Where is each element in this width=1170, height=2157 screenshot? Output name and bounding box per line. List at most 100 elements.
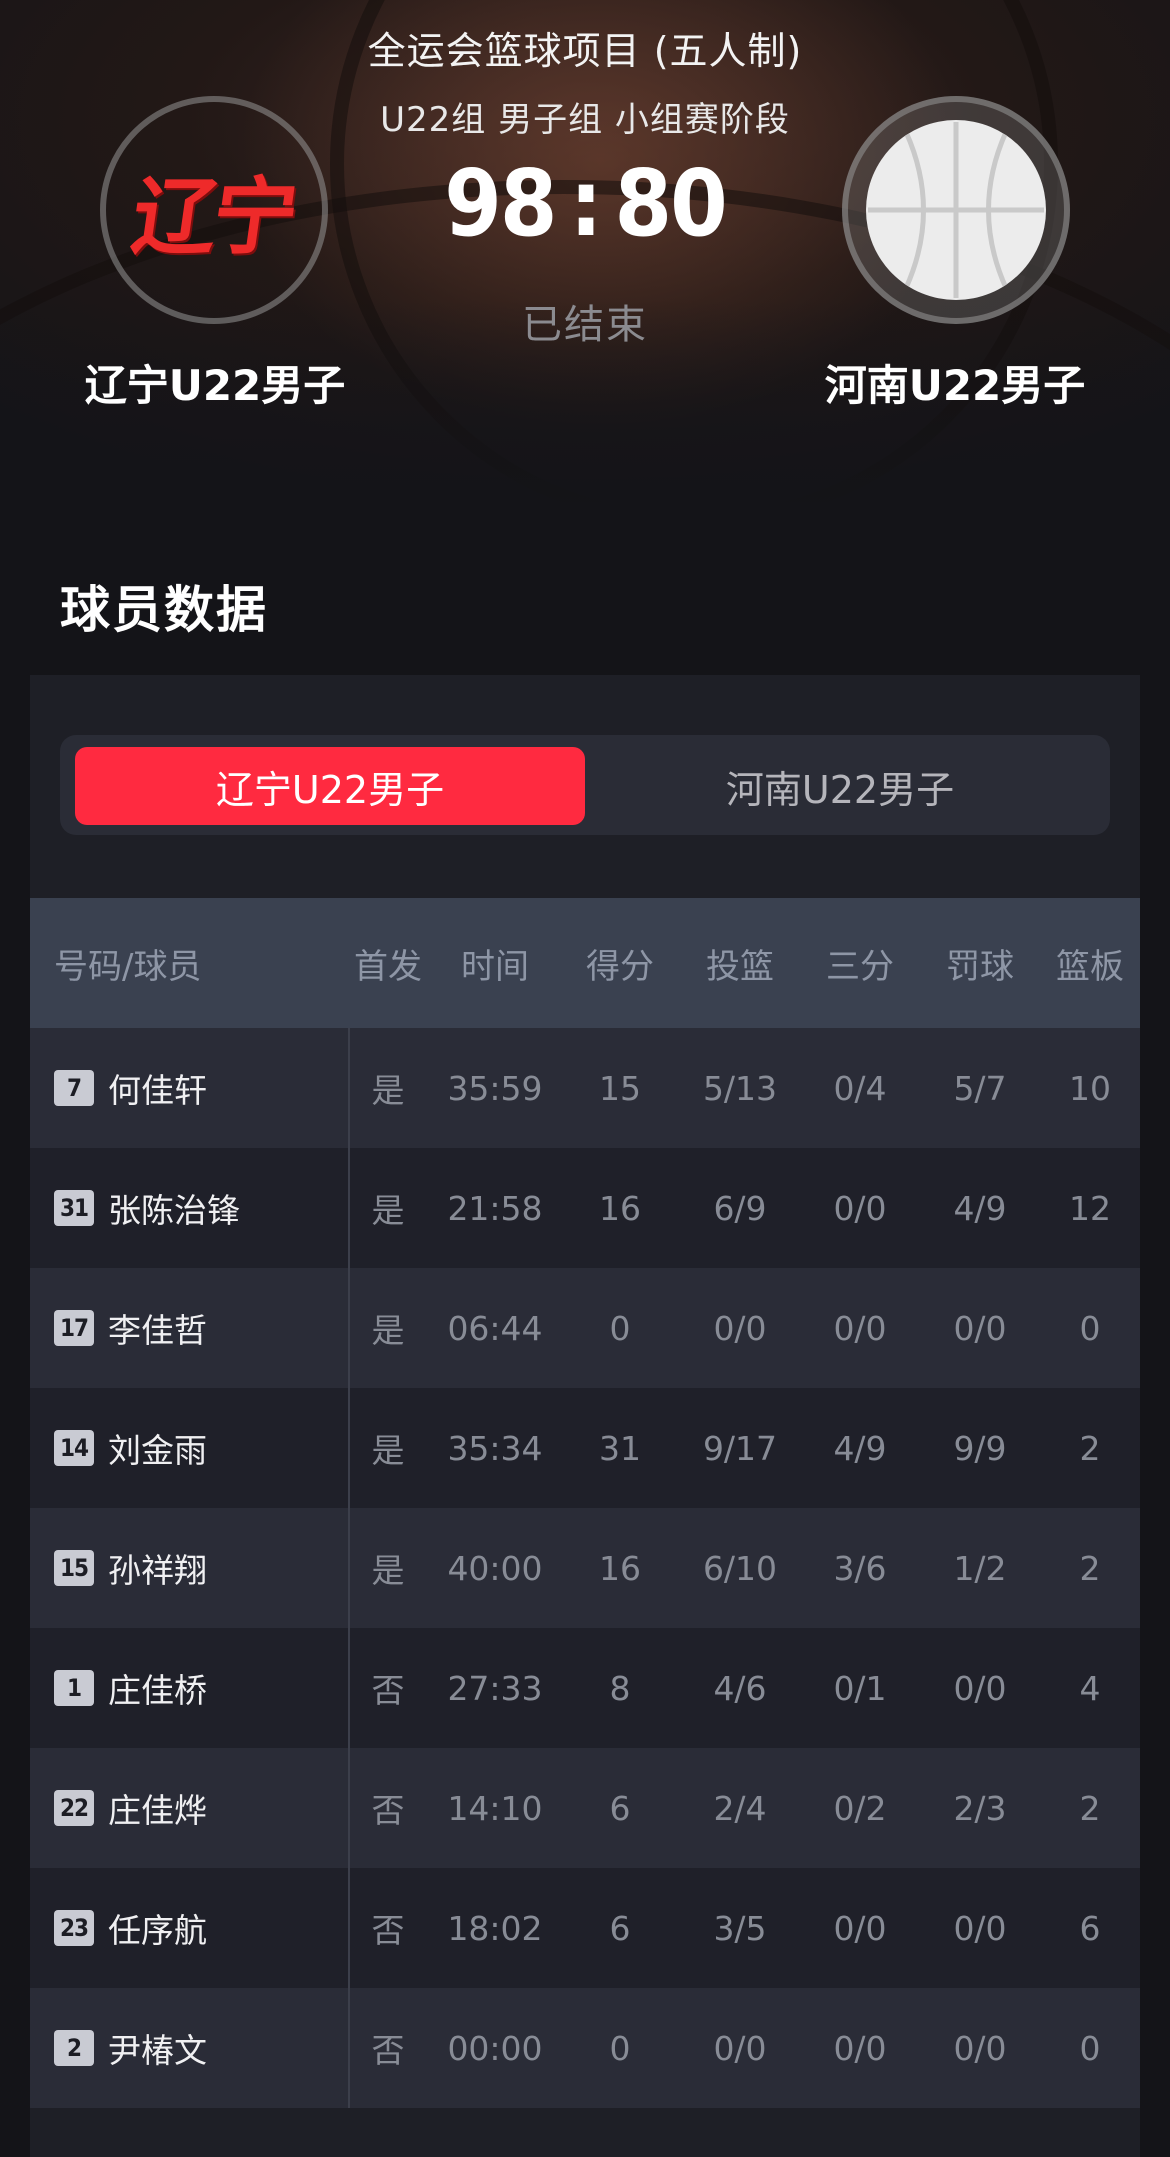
player-name[interactable]: 张陈治锋 [108,1148,240,1268]
jersey-number-badge: 23 [54,1910,94,1946]
away-team-name[interactable]: 河南U22男子 [785,352,1125,413]
home-team-logo[interactable]: 辽宁 [100,96,328,324]
player-name[interactable]: 孙祥翔 [108,1508,207,1628]
cell-three-pointers: 0/0 [833,1308,887,1348]
player-stats-table: 7 何佳轩是 35:59 15 5/13 0/4 5/7 10 31 张陈治锋是 21:58 16 6/… [30,1028,1140,2108]
cell-starter: 是 [371,1551,405,1590]
cell-time: 18:02 [447,1908,543,1948]
jersey-number-badge: 14 [54,1430,94,1466]
cell-rebounds: 2 [1079,1548,1101,1588]
cell-points: 6 [609,1788,631,1828]
player-name[interactable]: 庄佳桥 [108,1628,207,1748]
cell-time: 35:34 [447,1428,543,1468]
cell-starter: 否 [371,2031,405,2070]
basketball-icon [866,120,1046,300]
cell-field-goals: 4/6 [713,1668,767,1708]
table-row[interactable]: 23 任序航 否 18:02 6 3/5 0/0 0/0 6 [30,1868,1140,1988]
player-name[interactable]: 何佳轩 [108,1028,207,1148]
cell-field-goals: 3/5 [713,1908,767,1948]
cell-points: 16 [599,1548,641,1588]
cell-rebounds: 12 [1069,1188,1111,1228]
table-row[interactable]: 1 庄佳桥 否 27:33 8 4/6 0/1 0/0 4 [30,1628,1140,1748]
cell-three-pointers: 3/6 [833,1548,887,1588]
cell-rebounds: 0 [1079,1308,1101,1348]
home-score: 98 [444,150,557,257]
cell-free-throws: 0/0 [953,2028,1007,2068]
cell-field-goals: 0/0 [713,1308,767,1348]
cell-three-pointers: 0/1 [833,1668,887,1708]
cell-rebounds: 6 [1079,1908,1101,1948]
cell-points: 31 [599,1428,641,1468]
cell-free-throws: 2/3 [953,1788,1007,1828]
column-header-fg[interactable]: 投篮 [680,898,800,1028]
cell-starter: 否 [371,1671,405,1710]
table-row[interactable]: 22 庄佳烨 否 14:10 6 2/4 0/2 2/3 2 [30,1748,1140,1868]
cell-time: 35:59 [447,1068,543,1108]
cell-free-throws: 5/7 [953,1068,1007,1108]
jersey-number-badge: 31 [54,1190,94,1226]
table-row[interactable]: 15 孙祥翔 是 40:00 16 6/10 3/6 1/2 2 [30,1508,1140,1628]
cell-field-goals: 5/13 [702,1068,778,1108]
table-row[interactable]: 2 尹椿文 否 00:00 0 0/0 0/0 0/0 0 [30,1988,1140,2108]
column-header-time[interactable]: 时间 [435,898,555,1028]
player-name[interactable]: 庄佳烨 [108,1748,207,1868]
cell-rebounds: 2 [1079,1788,1101,1828]
event-title: 全运会篮球项目 (五人制) [367,29,803,73]
cell-time: 21:58 [447,1188,543,1228]
cell-free-throws: 0/0 [953,1308,1007,1348]
home-team-name[interactable]: 辽宁U22男子 [45,352,385,413]
table-row[interactable]: 7 何佳轩 是 35:59 15 5/13 0/4 5/7 10 [30,1028,1140,1148]
cell-field-goals: 9/17 [702,1428,778,1468]
table-header: 号码/球员 首发 时间 得分 投篮 三分 罚球 篮板 [30,898,1140,1028]
tab-away-team[interactable]: 河南U22男子 [585,747,1095,825]
away-score: 80 [614,150,728,257]
home-logo-text: 辽宁 [126,167,300,266]
cell-time: 40:00 [447,1548,543,1588]
cell-free-throws: 0/0 [953,1668,1007,1708]
cell-time: 00:00 [447,2028,543,2068]
cell-rebounds: 0 [1079,2028,1101,2068]
cell-three-pointers: 4/9 [833,1428,887,1468]
cell-free-throws: 4/9 [953,1188,1007,1228]
jersey-number-badge: 17 [54,1310,94,1346]
cell-starter: 否 [371,1791,405,1830]
cell-three-pointers: 0/2 [833,1788,887,1828]
column-header-three[interactable]: 三分 [800,898,920,1028]
jersey-number-badge: 7 [54,1070,94,1106]
cell-points: 15 [599,1068,641,1108]
column-header-ft[interactable]: 罚球 [920,898,1040,1028]
cell-free-throws: 0/0 [953,1908,1007,1948]
player-name[interactable]: 李佳哲 [108,1268,207,1388]
table-row[interactable]: 14 刘金雨 是 35:34 31 9/17 4/9 9/9 2 [30,1388,1140,1508]
cell-free-throws: 9/9 [953,1428,1007,1468]
cell-points: 6 [609,1908,631,1948]
cell-rebounds: 4 [1079,1668,1101,1708]
away-team-logo[interactable] [842,96,1070,324]
player-name[interactable]: 刘金雨 [108,1388,207,1508]
player-name[interactable]: 任序航 [108,1868,207,1988]
cell-three-pointers: 0/0 [833,1188,887,1228]
column-header-player[interactable]: 号码/球员 [30,898,254,1028]
jersey-number-badge: 1 [54,1670,94,1706]
table-row[interactable]: 17 李佳哲 是 06:44 0 0/0 0/0 0/0 0 [30,1268,1140,1388]
cell-time: 14:10 [447,1788,543,1828]
cell-field-goals: 6/9 [713,1188,767,1228]
column-header-rebounds[interactable]: 篮板 [1040,898,1140,1028]
section-title: 球员数据 [60,581,268,639]
tab-home-team[interactable]: 辽宁U22男子 [75,747,585,825]
cell-points: 8 [609,1668,631,1708]
cell-rebounds: 10 [1069,1068,1111,1108]
jersey-number-badge: 15 [54,1550,94,1586]
jersey-number-badge: 2 [54,2030,94,2066]
column-header-starter[interactable]: 首发 [348,898,428,1028]
jersey-number-badge: 22 [54,1790,94,1826]
score-separator: : [569,150,602,257]
column-header-points[interactable]: 得分 [560,898,680,1028]
cell-three-pointers: 0/4 [833,1068,887,1108]
cell-three-pointers: 0/0 [833,1908,887,1948]
cell-starter: 否 [371,1911,405,1950]
cell-rebounds: 2 [1079,1428,1101,1468]
column-divider [348,1028,350,2108]
player-name[interactable]: 尹椿文 [108,1988,207,2108]
table-row[interactable]: 31 张陈治锋 是 21:58 16 6/9 0/0 4/9 12 [30,1148,1140,1268]
